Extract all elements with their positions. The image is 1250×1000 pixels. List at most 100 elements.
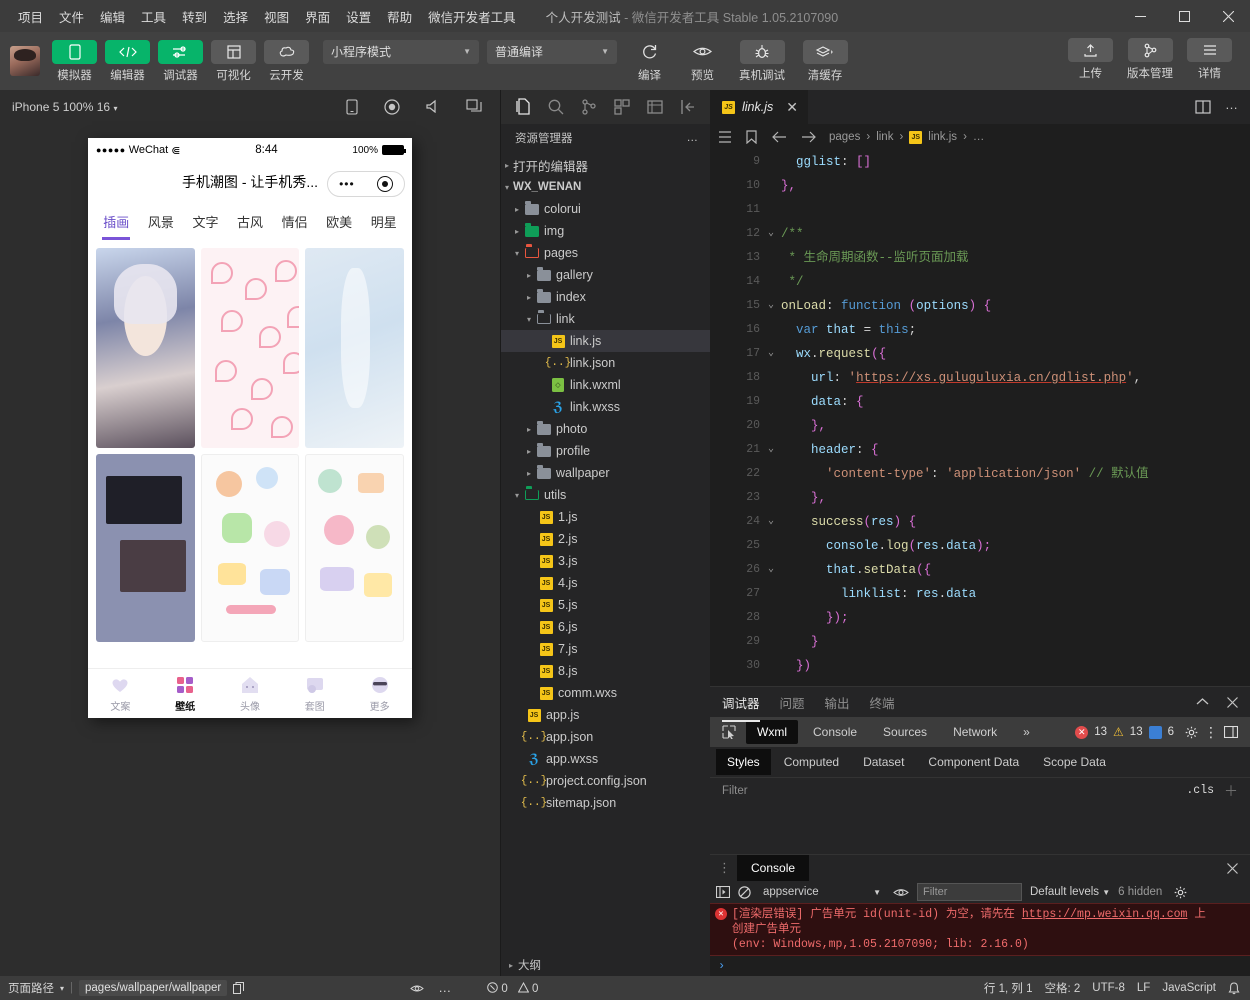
- error-link[interactable]: https://mp.weixin.qq.com: [1022, 908, 1188, 921]
- close-icon[interactable]: ✕: [786, 99, 798, 116]
- gallery-item[interactable]: [96, 454, 195, 642]
- toolbar-button-simulator[interactable]: 模拟器: [50, 39, 99, 83]
- tree-file-6-js[interactable]: JS 6.js: [501, 616, 710, 638]
- category-tab-6[interactable]: 明星: [361, 212, 406, 231]
- capsule-button[interactable]: •••: [327, 171, 405, 197]
- page-path-section[interactable]: 页面路径 ▾ | pages/wallpaper/wallpaper: [0, 976, 252, 1000]
- breadcrumb-item-file[interactable]: link.js: [928, 131, 957, 143]
- styles-tab-component-data[interactable]: Component Data: [917, 749, 1030, 775]
- tree-root-wx-wenan[interactable]: ▾ WX_WENAN: [501, 176, 710, 198]
- gallery-item[interactable]: [200, 454, 300, 642]
- tab-touxiang[interactable]: 头像: [218, 669, 283, 718]
- status-problems[interactable]: 0 0: [479, 976, 546, 1000]
- tree-file-7-js[interactable]: JS 7.js: [501, 638, 710, 660]
- toolbar-button-remote-debug[interactable]: 真机调试: [731, 39, 793, 83]
- tree-section-open-editors[interactable]: ▸ 打开的编辑器: [501, 154, 710, 176]
- tree-folder-img[interactable]: ▸ img: [501, 220, 710, 242]
- menu-item-goto[interactable]: 转到: [174, 3, 215, 30]
- tree-file-app-wxss[interactable]: ℨ app.wxss: [501, 748, 710, 770]
- cursor-position[interactable]: 行 1, 列 1: [984, 980, 1033, 996]
- close-icon[interactable]: [1227, 696, 1238, 708]
- panel-tab-terminal[interactable]: 终端: [870, 687, 895, 718]
- encoding[interactable]: UTF-8: [1092, 982, 1125, 994]
- tree-file-8-js[interactable]: JS 8.js: [501, 660, 710, 682]
- breadcrumb-item-pages[interactable]: pages: [829, 131, 860, 143]
- extensions-icon[interactable]: [605, 92, 638, 122]
- gallery-item[interactable]: [96, 248, 195, 448]
- settings-gear-icon[interactable]: [1185, 726, 1198, 739]
- rotate-icon[interactable]: [346, 99, 358, 115]
- dock-icon[interactable]: [1224, 726, 1238, 738]
- menu-item-settings[interactable]: 设置: [338, 3, 379, 30]
- devtools-tab-wxml[interactable]: Wxml: [746, 720, 798, 744]
- explorer-more-icon[interactable]: …: [687, 132, 699, 144]
- tab-wenan[interactable]: 文案: [88, 669, 153, 718]
- devtools-tab-console[interactable]: Console: [802, 720, 868, 744]
- search-icon[interactable]: [540, 92, 573, 122]
- code-editor[interactable]: 9 10 11 12 ⌄ 13 14 15 ⌄ 16 17 ⌄ 18 19 20 21…: [710, 150, 1250, 686]
- close-icon[interactable]: [1227, 862, 1242, 874]
- more-dots-icon[interactable]: •••: [339, 177, 355, 191]
- toolbar-button-visual[interactable]: 可视化: [209, 39, 258, 83]
- back-arrow-icon[interactable]: [771, 131, 787, 143]
- collapse-icon[interactable]: [671, 92, 704, 122]
- category-tab-5[interactable]: 欧美: [317, 212, 362, 231]
- category-tab-1[interactable]: 风景: [139, 212, 184, 231]
- toolbar-button-clear-cache[interactable]: 清缓存: [797, 39, 853, 83]
- breadcrumb-item-link[interactable]: link: [876, 131, 893, 143]
- console-input-prompt[interactable]: ›: [710, 956, 1250, 976]
- console-filter-input[interactable]: Filter: [917, 883, 1022, 901]
- category-tab-3[interactable]: 古风: [228, 212, 273, 231]
- category-tab-4[interactable]: 情侣: [272, 212, 317, 231]
- editor-tab-link-js[interactable]: JS link.js ✕: [710, 90, 808, 124]
- menu-item-tools[interactable]: 工具: [133, 3, 174, 30]
- language-mode[interactable]: JavaScript: [1162, 982, 1216, 994]
- bookmark-icon[interactable]: [746, 130, 757, 144]
- line-ending[interactable]: LF: [1137, 982, 1150, 994]
- styles-tab-computed[interactable]: Computed: [773, 749, 850, 775]
- eye-icon[interactable]: [410, 983, 424, 994]
- category-tab-0[interactable]: 插画: [94, 212, 139, 231]
- styles-tab-scope-data[interactable]: Scope Data: [1032, 749, 1117, 775]
- gallery-item[interactable]: [200, 248, 300, 448]
- outline-icon[interactable]: [718, 131, 732, 143]
- tab-more[interactable]: 更多: [347, 669, 412, 718]
- styles-filter-input[interactable]: Filter: [722, 785, 748, 797]
- device-selector[interactable]: iPhone 5 100% 16 ▾: [12, 100, 117, 114]
- tree-file-1-js[interactable]: JS 1.js: [501, 506, 710, 528]
- tree-file-app-json[interactable]: {..} app.json: [501, 726, 710, 748]
- volume-icon[interactable]: [426, 99, 440, 115]
- panel-tab-debugger[interactable]: 调试器: [722, 687, 760, 722]
- clear-console-icon[interactable]: [738, 885, 751, 899]
- tree-file-2-js[interactable]: JS 2.js: [501, 528, 710, 550]
- tree-file-link-wxml[interactable]: ◇ link.wxml: [501, 374, 710, 396]
- tree-file-sitemap-json[interactable]: {..} sitemap.json: [501, 792, 710, 814]
- console-tab[interactable]: Console: [737, 855, 810, 881]
- gallery-item[interactable]: [305, 454, 405, 642]
- window-icon[interactable]: [466, 99, 482, 115]
- console-context-select[interactable]: appservice ▼: [759, 883, 885, 901]
- plus-icon[interactable]: ＋: [1224, 784, 1238, 798]
- sidebar-toggle-icon[interactable]: [716, 886, 730, 898]
- tab-taotu[interactable]: 套图: [282, 669, 347, 718]
- tree-folder-link[interactable]: ▾ link: [501, 308, 710, 330]
- drag-handle-icon[interactable]: ⋮: [718, 861, 731, 874]
- styles-tab-styles[interactable]: Styles: [716, 749, 771, 775]
- gallery-item[interactable]: [305, 248, 405, 448]
- compile-select[interactable]: 普通编译 ▼: [487, 39, 617, 64]
- more-icon[interactable]: …: [438, 981, 451, 994]
- tree-folder-pages[interactable]: ▾ pages: [501, 242, 710, 264]
- tree-folder-photo[interactable]: ▸ photo: [501, 418, 710, 440]
- avatar[interactable]: [10, 46, 40, 76]
- tree-file-4-js[interactable]: JS 4.js: [501, 572, 710, 594]
- tree-file-5-js[interactable]: JS 5.js: [501, 594, 710, 616]
- cls-button[interactable]: .cls: [1186, 784, 1214, 797]
- tab-bizhi[interactable]: 壁纸: [153, 669, 218, 718]
- panel-tab-problems[interactable]: 问题: [780, 687, 805, 718]
- code-content[interactable]: gglist: [] }, /** * 生命周期函数--监听页面加载 */ on…: [766, 150, 1250, 686]
- tree-file-link-json[interactable]: {..} link.json: [501, 352, 710, 374]
- styles-tab-dataset[interactable]: Dataset: [852, 749, 915, 775]
- tree-folder-colorui[interactable]: ▸ colorui: [501, 198, 710, 220]
- kebab-menu-icon[interactable]: ⋮: [1204, 725, 1218, 739]
- panel-tab-output[interactable]: 输出: [825, 687, 850, 718]
